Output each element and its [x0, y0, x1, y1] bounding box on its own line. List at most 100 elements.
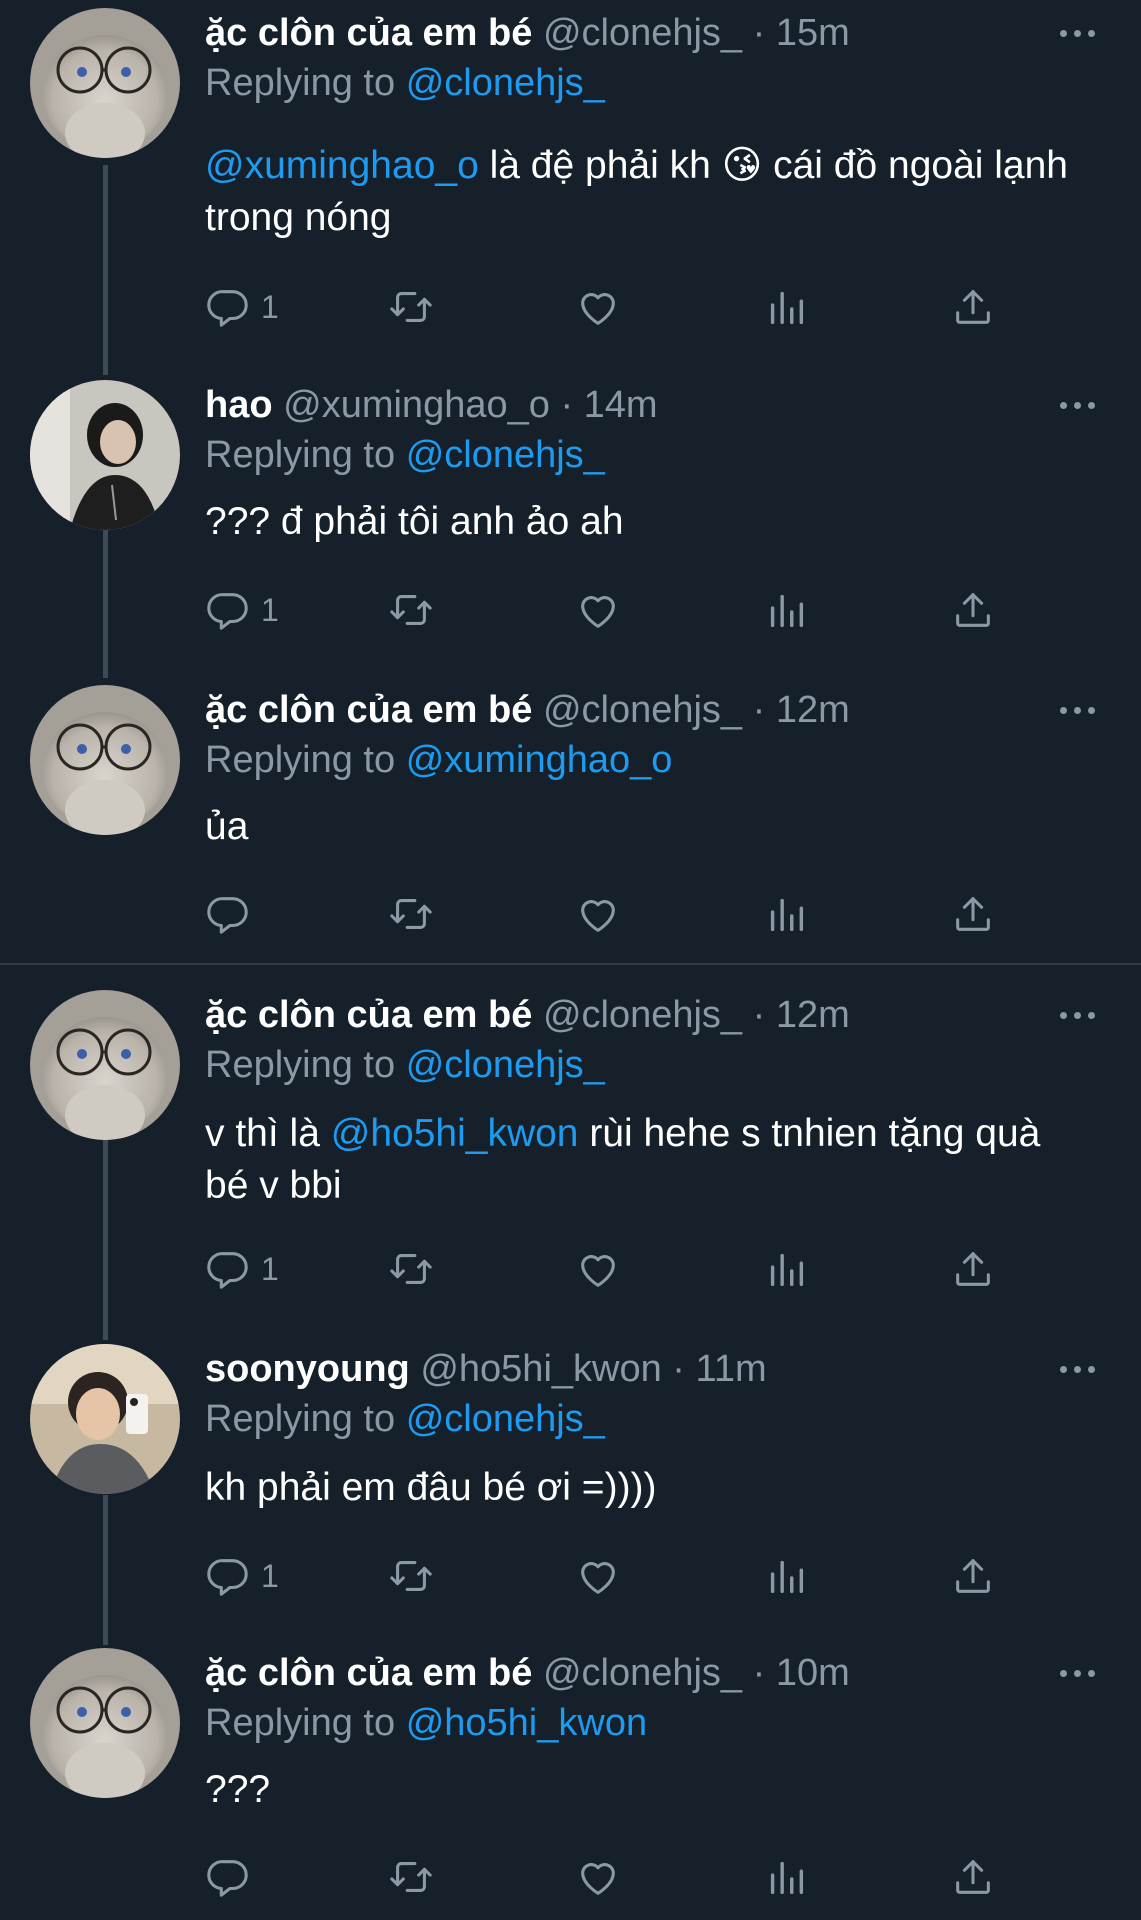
display-name[interactable]: ặc clôn của em bé: [205, 1652, 532, 1694]
reply-button[interactable]: 1: [205, 282, 279, 332]
reply-button[interactable]: [205, 889, 261, 939]
like-button[interactable]: [575, 1852, 621, 1902]
like-button[interactable]: [575, 282, 621, 332]
replying-to: Replying to @clonehjs_: [205, 1398, 605, 1441]
share-button[interactable]: [950, 585, 996, 635]
analytics-button[interactable]: [763, 1244, 809, 1294]
reply-count: 1: [261, 1557, 279, 1594]
share-button[interactable]: [950, 282, 996, 332]
like-button[interactable]: [575, 1551, 621, 1601]
replying-prefix: Replying to: [205, 1398, 396, 1440]
replying-to-mention[interactable]: @clonehjs_: [406, 1398, 605, 1440]
replying-prefix: Replying to: [205, 739, 396, 781]
replying-to-mention[interactable]: @clonehjs_: [406, 434, 605, 476]
reply-icon: [205, 284, 251, 330]
timestamp[interactable]: 11m: [696, 1348, 767, 1390]
retweet-button[interactable]: [388, 889, 434, 939]
retweet-button[interactable]: [388, 585, 434, 635]
display-name[interactable]: ặc clôn của em bé: [205, 689, 532, 731]
retweet-button[interactable]: [388, 1244, 434, 1294]
avatar[interactable]: [30, 8, 180, 158]
more-icon[interactable]: [1060, 18, 1100, 48]
handle[interactable]: @clonehjs_: [543, 689, 742, 731]
share-icon: [950, 284, 996, 330]
timestamp[interactable]: 12m: [776, 994, 850, 1036]
avatar[interactable]: [30, 1648, 180, 1798]
avatar[interactable]: [30, 380, 180, 530]
heart-icon: [575, 284, 621, 330]
replying-to-mention[interactable]: @clonehjs_: [406, 1044, 605, 1086]
reply-icon: [205, 587, 251, 633]
replying-to-mention[interactable]: @clonehjs_: [406, 62, 605, 104]
reply-icon: [205, 1854, 251, 1900]
avatar[interactable]: [30, 1344, 180, 1494]
tweet-text: kh phải em đâu bé ơi =)))): [205, 1462, 1085, 1514]
handle[interactable]: @clonehjs_: [543, 994, 742, 1036]
display-name[interactable]: soonyoung: [205, 1348, 410, 1390]
body-mention[interactable]: @xuminghao_o: [205, 144, 479, 187]
heart-icon: [575, 891, 621, 937]
share-button[interactable]: [950, 1244, 996, 1294]
tweet-text: ???: [205, 1764, 1085, 1816]
retweet-icon: [388, 284, 434, 330]
display-name[interactable]: ặc clôn của em bé: [205, 12, 532, 54]
analytics-button[interactable]: [763, 585, 809, 635]
tweet[interactable]: hao @xuminghao_o · 14m Replying to @clon…: [0, 372, 1141, 672]
heart-icon: [575, 1854, 621, 1900]
retweet-button[interactable]: [388, 1852, 434, 1902]
avatar[interactable]: [30, 685, 180, 835]
timestamp[interactable]: 14m: [584, 384, 658, 426]
retweet-button[interactable]: [388, 282, 434, 332]
timestamp[interactable]: 15m: [776, 12, 850, 54]
tweet[interactable]: ặc clôn của em bé @clonehjs_ · 10m Reply…: [0, 1640, 1141, 1920]
analytics-button[interactable]: [763, 1551, 809, 1601]
avatar[interactable]: [30, 990, 180, 1140]
like-button[interactable]: [575, 1244, 621, 1294]
analytics-button[interactable]: [763, 282, 809, 332]
timestamp[interactable]: 12m: [776, 689, 850, 731]
body-text: ủa: [205, 805, 249, 848]
tweet-text: ủa: [205, 801, 1085, 853]
analytics-icon: [763, 587, 809, 633]
replying-to-mention[interactable]: @ho5hi_kwon: [406, 1702, 647, 1744]
separator: ·: [672, 1348, 685, 1390]
more-icon[interactable]: [1060, 1354, 1100, 1384]
tweet[interactable]: soonyoung @ho5hi_kwon · 11m Replying to …: [0, 1336, 1141, 1636]
more-icon[interactable]: [1060, 695, 1100, 725]
reply-button[interactable]: [205, 1852, 261, 1902]
reply-button[interactable]: 1: [205, 585, 279, 635]
separator: ·: [560, 384, 574, 426]
tweet-actions: [205, 1852, 1035, 1902]
tweet[interactable]: ặc clôn của em bé @clonehjs_ · 12m Reply…: [0, 982, 1141, 1332]
display-name[interactable]: ặc clôn của em bé: [205, 994, 532, 1036]
timestamp[interactable]: 10m: [776, 1652, 850, 1694]
tweet-header: ặc clôn của em bé @clonehjs_ · 12m: [205, 994, 850, 1037]
analytics-button[interactable]: [763, 1852, 809, 1902]
heart-icon: [575, 587, 621, 633]
handle[interactable]: @ho5hi_kwon: [420, 1348, 661, 1390]
analytics-button[interactable]: [763, 889, 809, 939]
reply-button[interactable]: 1: [205, 1244, 279, 1294]
share-button[interactable]: [950, 1551, 996, 1601]
handle[interactable]: @xuminghao_o: [283, 384, 550, 426]
tweet[interactable]: ặc clôn của em bé @clonehjs_ · 15m Reply…: [0, 0, 1141, 370]
body-text: kh phải em đâu bé ơi =)))): [205, 1466, 657, 1509]
body-mention[interactable]: @ho5hi_kwon: [331, 1112, 579, 1155]
share-icon: [950, 1854, 996, 1900]
more-icon[interactable]: [1060, 390, 1100, 420]
display-name[interactable]: hao: [205, 384, 273, 426]
divider: [0, 963, 1141, 965]
like-button[interactable]: [575, 889, 621, 939]
retweet-button[interactable]: [388, 1551, 434, 1601]
more-icon[interactable]: [1060, 1658, 1100, 1688]
share-button[interactable]: [950, 1852, 996, 1902]
like-button[interactable]: [575, 585, 621, 635]
more-icon[interactable]: [1060, 1000, 1100, 1030]
tweet[interactable]: ặc clôn của em bé @clonehjs_ · 12m Reply…: [0, 677, 1141, 962]
replying-to-mention[interactable]: @xuminghao_o: [406, 739, 673, 781]
handle[interactable]: @clonehjs_: [543, 1652, 742, 1694]
reply-button[interactable]: 1: [205, 1551, 279, 1601]
handle[interactable]: @clonehjs_: [543, 12, 742, 54]
share-button[interactable]: [950, 889, 996, 939]
heart-icon: [575, 1246, 621, 1292]
